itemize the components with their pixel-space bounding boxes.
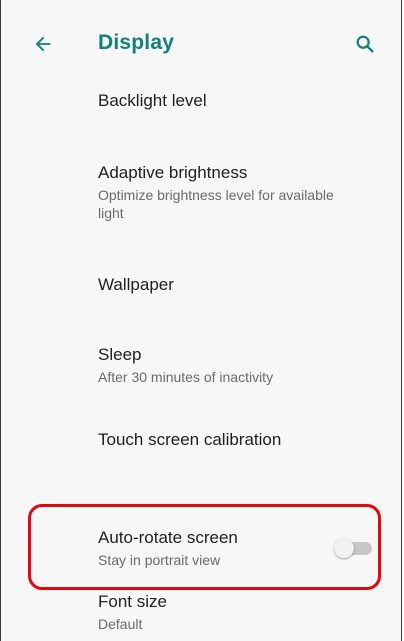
setting-title: Adaptive brightness	[98, 163, 248, 182]
setting-title: Touch screen calibration	[98, 430, 282, 449]
setting-adaptive-brightness[interactable]: Adaptive brightness Optimize brightness …	[98, 162, 371, 222]
search-icon	[356, 35, 374, 53]
setting-title: Wallpaper	[98, 275, 174, 294]
search-button[interactable]	[351, 30, 379, 58]
page-title: Display	[98, 31, 175, 54]
setting-title: Sleep	[98, 345, 142, 364]
setting-wallpaper[interactable]: Wallpaper	[98, 274, 371, 296]
setting-touch-screen-calibration[interactable]: Touch screen calibration	[98, 429, 371, 451]
app-bar: Display	[1, 0, 401, 88]
back-button[interactable]	[29, 30, 57, 58]
arrow-back-icon	[35, 36, 51, 52]
setting-font-size[interactable]: Font size Default	[98, 591, 371, 633]
setting-title: Backlight level	[98, 91, 207, 110]
display-settings-screen: Display Backlight level Adaptive brightn…	[0, 0, 402, 641]
highlight-box	[28, 504, 381, 590]
setting-summary: Optimize brightness level for available …	[98, 187, 334, 221]
setting-backlight-level[interactable]: Backlight level	[98, 90, 371, 112]
setting-sleep[interactable]: Sleep After 30 minutes of inactivity	[98, 344, 371, 386]
setting-summary: After 30 minutes of inactivity	[98, 369, 274, 385]
setting-title: Font size	[98, 592, 167, 611]
setting-summary: Default	[98, 616, 143, 632]
